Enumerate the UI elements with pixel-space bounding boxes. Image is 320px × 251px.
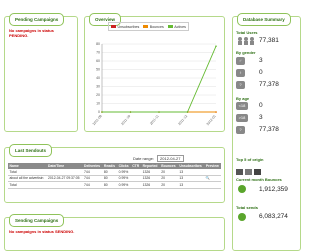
table-cell: 2012-04-27 09:37:05	[46, 175, 83, 183]
sending-empty-message: No campaigns in status SENDING.	[9, 229, 75, 234]
current-month-bounces-label: Current month Bounces	[236, 177, 282, 182]
sendouts-table-wrap: Name Date/Time Deliveries Read/s Clicks CTR Re…	[8, 163, 221, 189]
origin-flags	[236, 163, 264, 175]
table-cell: 13	[177, 175, 205, 183]
age-over-icon: >18	[236, 114, 248, 122]
table-cell: Total	[8, 181, 47, 189]
table-cell: 20	[159, 175, 178, 183]
table-cell: about all the advertisin	[8, 175, 47, 183]
male-icon: ♂	[236, 57, 245, 65]
table-row: about all the advertisin 2012-04-27 09:37…	[8, 175, 221, 183]
table-cell: 744	[82, 181, 103, 189]
gender-male-value: 3	[259, 57, 263, 64]
pending-empty-message: No campaigns in status PENDING.	[9, 28, 54, 38]
legend-swatch	[143, 25, 149, 28]
database-summary-tab: Database Summary	[237, 13, 291, 26]
legend-label: Bounces	[149, 24, 164, 29]
legend-item: Actives	[166, 25, 188, 29]
by-age-label: By age	[236, 96, 250, 101]
legend-item: Unsubscribes	[109, 25, 141, 29]
table-cell: 80	[102, 181, 118, 189]
table-cell: 0.99%	[117, 181, 131, 189]
date-range-input[interactable]: 2012-04-27	[157, 155, 184, 162]
gender-female-value: 0	[259, 69, 263, 76]
sendouts-table: Name Date/Time Deliveries Read/s Clicks CTR Re…	[8, 163, 221, 189]
users-icon	[236, 36, 256, 45]
table-cell	[130, 175, 142, 183]
age-over-value: 3	[259, 114, 263, 121]
female-icon: ♀	[236, 69, 245, 77]
pending-campaigns-tab: Pending Campaigns	[9, 13, 65, 26]
globe-icon	[238, 185, 246, 193]
table-cell: 0.99%	[117, 175, 131, 183]
table-cell: 20	[159, 181, 178, 189]
unknown-icon: ?	[236, 81, 245, 89]
overview-panel: Overview	[84, 13, 225, 132]
last-sendouts-tab: Last Sendouts	[9, 144, 53, 157]
table-cell: 13	[177, 181, 205, 189]
table-cell	[46, 181, 83, 189]
current-month-bounces-value: 1,912,359	[259, 186, 288, 193]
table-cell: 1326	[141, 175, 160, 183]
last-sendouts-panel: Last Sendouts Date range: 2012-04-27 Nam…	[4, 144, 225, 203]
table-row: Total 744 80 0.99% 1326 20 13	[8, 181, 221, 189]
sending-campaigns-tab: Sending Campaigns	[9, 214, 65, 227]
table-cell	[204, 181, 221, 189]
date-range-label: Date range:	[133, 156, 154, 161]
total-users-value: 77,381	[259, 37, 279, 44]
age-unknown-value: 77,378	[259, 126, 279, 133]
gender-unknown-value: 77,378	[259, 81, 279, 88]
sends-globe-icon	[238, 213, 246, 221]
age-unknown-icon: ?	[236, 126, 245, 134]
chart-legend: Unsubscribes Bounces Actives	[108, 22, 189, 31]
table-cell	[130, 181, 142, 189]
preview-icon[interactable]: 🔍	[204, 175, 221, 183]
sending-campaigns-panel: Sending Campaigns No campaigns in status…	[4, 214, 225, 251]
legend-label: Actives	[174, 24, 186, 29]
by-gender-label: By gender	[236, 50, 256, 55]
table-body: Total 744 80 0.99% 1326 20 13 about all the adv…	[8, 169, 221, 189]
legend-label: Unsubscribes	[117, 24, 140, 29]
legend-swatch	[167, 25, 173, 28]
table-cell: 1326	[141, 181, 160, 189]
pending-campaigns-panel: Pending Campaigns No campaigns in status…	[4, 13, 78, 132]
age-under-icon: <18	[236, 102, 248, 110]
total-sends-value: 6,083,274	[259, 213, 288, 220]
date-range: Date range: 2012-04-27	[133, 155, 184, 162]
table-cell: 744	[82, 175, 103, 183]
legend-item: Bounces	[141, 25, 166, 29]
table-cell: 80	[102, 175, 118, 183]
total-sends-label: Total sends	[236, 205, 258, 210]
total-users-label: Total Users	[236, 30, 258, 35]
legend-swatch	[111, 25, 116, 28]
top5-origin-label: Top 5 of origin	[236, 157, 264, 162]
age-under-value: 0	[259, 102, 263, 109]
